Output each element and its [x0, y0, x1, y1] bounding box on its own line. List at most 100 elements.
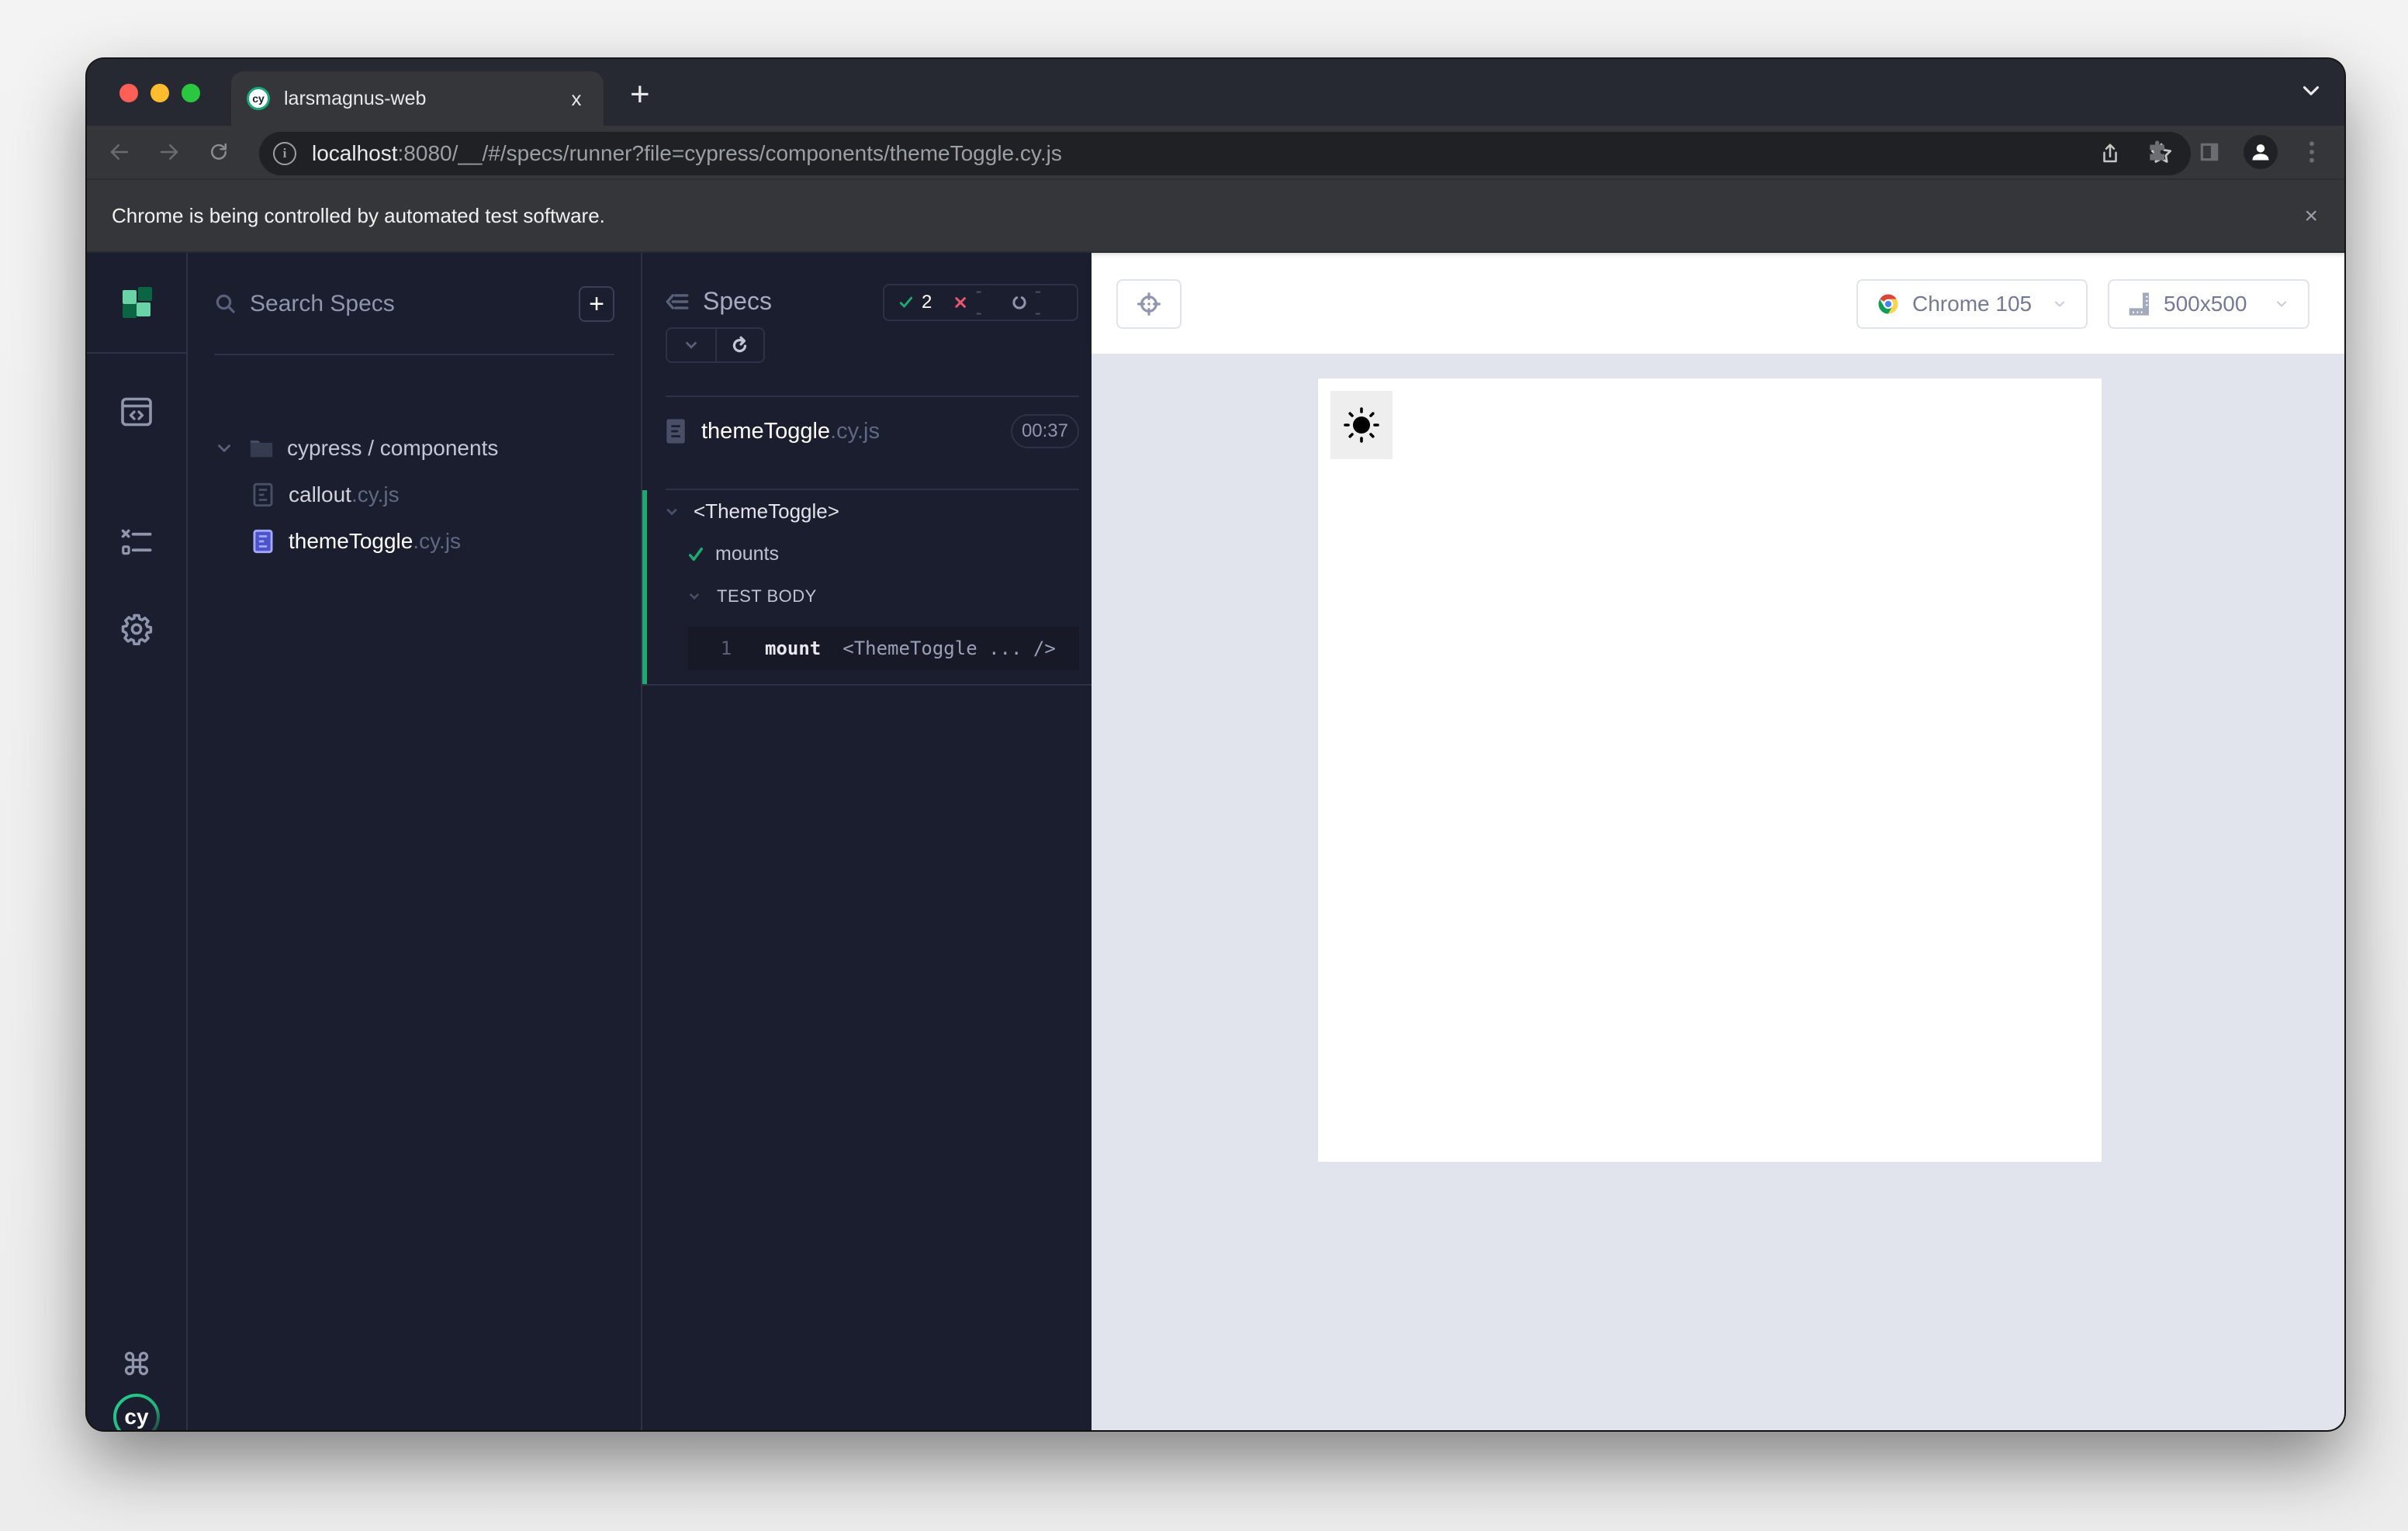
viewport-label: 500x500	[2164, 292, 2247, 316]
expand-collapse-button[interactable]	[667, 329, 715, 361]
more-menu-icon[interactable]	[2295, 135, 2329, 169]
tab-search-icon[interactable]	[2298, 78, 2324, 104]
divider	[642, 684, 1092, 686]
reload-icon[interactable]	[203, 137, 234, 168]
check-icon	[899, 296, 913, 308]
pending-count: --	[1034, 281, 1043, 323]
folder-icon	[250, 441, 273, 458]
collapse-list-icon	[666, 293, 689, 309]
test-body-label: TEST BODY	[717, 586, 817, 606]
share-icon[interactable]	[2096, 140, 2124, 168]
suite-title-row[interactable]: <ThemeToggle>	[664, 499, 839, 524]
side-navigation: cy	[87, 253, 192, 1430]
viewport-dropdown[interactable]: 500x500	[2108, 279, 2309, 329]
new-spec-button[interactable]: +	[579, 286, 614, 322]
sidenav-item-specs[interactable]	[87, 389, 186, 435]
command-message: <ThemeToggle ... />	[842, 638, 1056, 659]
close-tab-button[interactable]: x	[565, 87, 588, 111]
spec-name: themeToggle	[701, 418, 831, 444]
spec-file-name: themeToggle.cy.js	[701, 419, 880, 444]
sidenav-item-settings[interactable]	[87, 606, 186, 652]
spec-ext: .cy.js	[830, 418, 880, 444]
spec-file-name: themeToggle	[289, 529, 413, 553]
svg-text:cy: cy	[124, 1405, 149, 1429]
test-title: mounts	[715, 543, 779, 565]
selector-playground-button[interactable]	[1116, 279, 1182, 329]
divider	[666, 396, 1079, 397]
minimize-window-button[interactable]	[150, 84, 169, 102]
sidenav-cypress-logo[interactable]: cy	[87, 1384, 186, 1430]
x-icon	[955, 297, 967, 308]
code-window-icon	[121, 397, 152, 427]
chevron-down-icon	[690, 593, 699, 600]
browser-toolbar: i localhost :8080/__/#/specs/runner?file…	[87, 126, 2344, 180]
cypress-logo-icon: cy	[113, 1394, 160, 1430]
spec-file-ext: .cy.js	[351, 482, 400, 506]
gear-icon	[121, 613, 153, 645]
side-panel-icon[interactable]	[2192, 135, 2226, 169]
chevron-down-icon	[218, 444, 230, 453]
aut-viewport	[1318, 378, 2102, 1162]
divider	[214, 354, 614, 355]
test-body-header[interactable]: TEST BODY	[687, 586, 817, 607]
close-window-button[interactable]	[119, 84, 138, 102]
browser-tab[interactable]: cy larsmagnus-web x	[231, 71, 604, 126]
document-icon	[253, 482, 273, 507]
extensions-icon[interactable]	[2141, 135, 2175, 169]
url-host: localhost	[312, 141, 398, 165]
check-icon	[688, 547, 704, 561]
site-info-icon[interactable]: i	[273, 142, 296, 165]
cypress-app: cy + cypress / components callout.cy.js	[87, 253, 2344, 1430]
test-row[interactable]: mounts	[687, 543, 779, 565]
directory-label: cypress / components	[287, 436, 499, 460]
passed-count: 2	[922, 292, 932, 313]
browser-dropdown[interactable]: Chrome 105	[1856, 279, 2088, 329]
infobar-close-button[interactable]: ×	[2304, 203, 2318, 230]
maximize-window-button[interactable]	[182, 84, 200, 102]
automation-infobar: Chrome is being controlled by automated …	[87, 180, 2344, 253]
chrome-icon	[1878, 294, 1898, 314]
spec-search: +	[214, 282, 614, 326]
rerun-button[interactable]	[714, 329, 763, 361]
command-name: mount	[765, 638, 822, 659]
failed-count: --	[975, 281, 984, 323]
restart-icon	[732, 336, 747, 353]
theme-toggle-button[interactable]	[1330, 391, 1393, 459]
spec-file-callout[interactable]: callout .cy.js	[253, 476, 400, 513]
app-under-test-panel: Chrome 105 500x500	[1092, 253, 2344, 1430]
document-icon	[253, 529, 273, 554]
spec-file-ext: .cy.js	[413, 529, 462, 553]
sidenav-item-keyboard-shortcuts[interactable]	[87, 1340, 186, 1387]
address-bar[interactable]: i localhost :8080/__/#/specs/runner?file…	[259, 132, 2191, 175]
reporter-title: Specs	[703, 287, 772, 315]
spec-file-themetoggle[interactable]: themeToggle .cy.js	[253, 523, 461, 560]
suite-title: <ThemeToggle>	[694, 499, 839, 523]
browser-window: cy larsmagnus-web x + i localhost :8080/…	[87, 59, 2344, 1430]
sidenav-item-runs[interactable]	[87, 519, 186, 565]
sun-icon	[1344, 407, 1379, 443]
crosshair-icon	[1137, 292, 1161, 316]
directory-row[interactable]: cypress / components	[214, 430, 498, 467]
list-checks-icon	[121, 529, 152, 555]
forward-icon[interactable]	[154, 137, 185, 168]
chevron-down-icon	[2055, 301, 2064, 307]
back-icon[interactable]	[104, 137, 135, 168]
runnable-spec-header[interactable]: themeToggle.cy.js 00:37	[666, 408, 1079, 454]
specs-toggle-button[interactable]: Specs	[666, 287, 772, 316]
search-specs-input[interactable]	[250, 291, 579, 317]
reporter-controls	[666, 327, 765, 363]
url-path: :8080/__/#/specs/runner?file=cypress/com…	[397, 141, 1062, 165]
chevron-down-icon	[686, 341, 697, 349]
search-icon	[216, 294, 235, 313]
spec-list-panel: + cypress / components callout.cy.js the…	[188, 253, 642, 1430]
pending-icon	[1012, 296, 1026, 309]
ruler-icon	[2129, 292, 2149, 316]
infobar-message: Chrome is being controlled by automated …	[112, 203, 605, 227]
command-row[interactable]: 1 mount <ThemeToggle ... />	[687, 627, 1079, 670]
chevron-down-icon	[2277, 301, 2286, 307]
command-number: 1	[720, 638, 732, 659]
new-tab-button[interactable]: +	[630, 78, 650, 112]
profile-icon[interactable]	[2244, 135, 2278, 169]
spec-duration: 00:37	[1010, 414, 1079, 448]
project-logo[interactable]	[87, 253, 186, 354]
